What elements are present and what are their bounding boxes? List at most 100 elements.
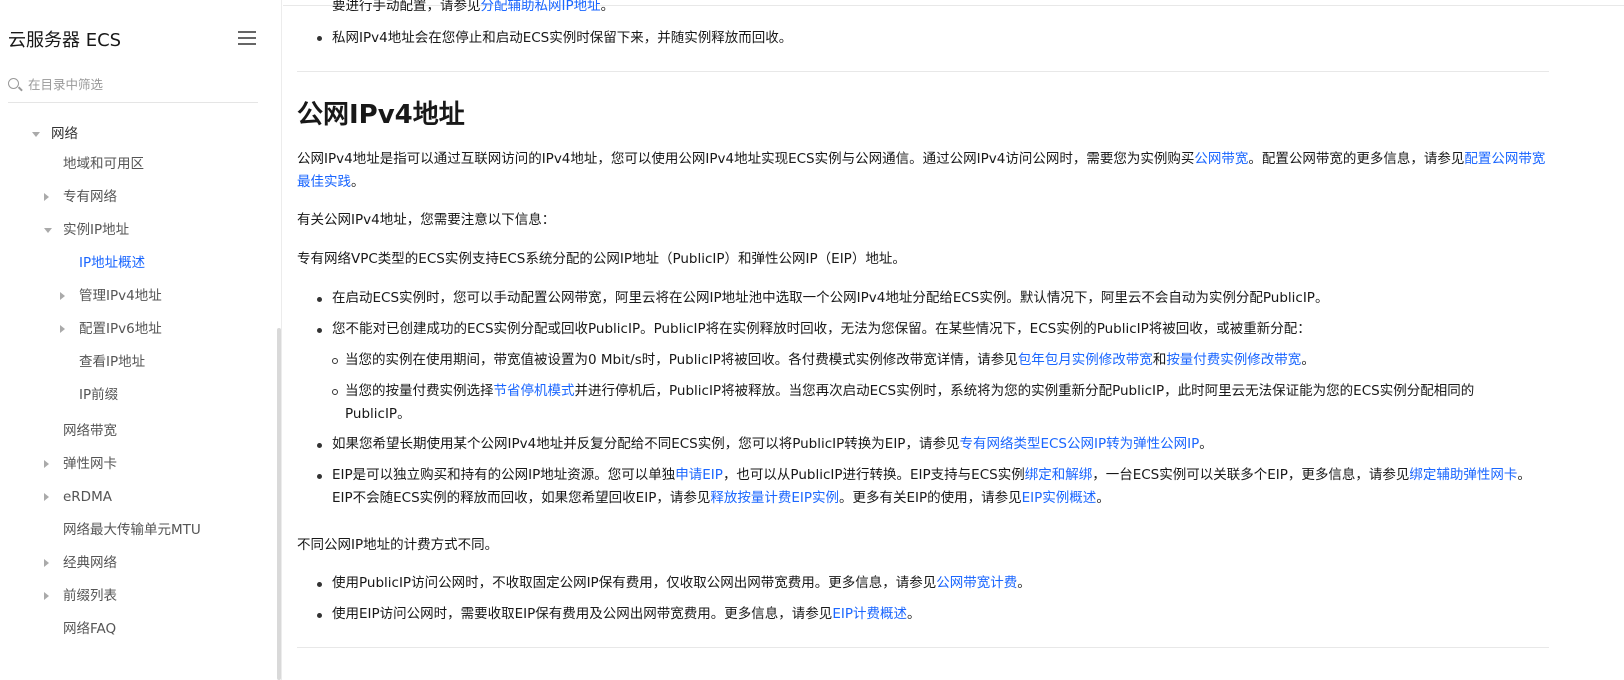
link-apply-eip[interactable]: 申请EIP	[675, 467, 723, 483]
sidebar-item-label: IP地址概述	[79, 255, 146, 271]
vpc-paragraph: 专有网络VPC类型的ECS实例支持ECS系统分配的公网IP地址（PublicIP…	[297, 251, 906, 267]
text: 和	[1152, 352, 1167, 368]
sidebar-item-network-faq[interactable]: 网络FAQ	[63, 614, 116, 644]
text: 当您的实例在使用期间，带宽值被设置为0 Mbit/s时，PublicIP将被回收…	[345, 352, 1018, 368]
bullet	[317, 328, 322, 333]
sidebar-item-label: 管理IPv4地址	[79, 288, 162, 304]
link-release-payg-eip[interactable]: 释放按量计费EIP实例	[710, 490, 839, 506]
caret-right-icon	[44, 460, 49, 468]
sidebar: 云服务器 ECS 网络 地域和可用区 专有网络 实例IP地址 IP地址概述 管理…	[0, 0, 282, 680]
sidebar-item-label: 网络带宽	[63, 423, 117, 439]
billing-intro: 不同公网IP地址的计费方式不同。	[297, 537, 499, 553]
sidebar-item-label: 弹性网卡	[63, 456, 117, 472]
list-item: EIP是可以独立购买和持有的公网IP地址资源。您可以单独申请EIP，也可以从Pu…	[332, 464, 1547, 510]
sidebar-header: 云服务器 ECS	[8, 24, 258, 54]
sidebar-item-mtu[interactable]: 网络最大传输单元MTU	[63, 515, 201, 545]
link-eip-overview[interactable]: EIP实例概述	[1022, 490, 1097, 506]
list-item: 您不能对已创建成功的ECS实例分配或回收PublicIP。PublicIP将在实…	[332, 321, 1311, 337]
bullet	[317, 474, 322, 479]
text: 公网IPv4地址是指可以通过互联网访问的IPv4地址，您可以使用公网IPv4地址…	[297, 151, 1195, 167]
caret-right-icon	[44, 592, 49, 600]
sidebar-item-label: 查看IP地址	[79, 354, 146, 370]
list-item: 使用EIP访问公网时，需要收取EIP保有费用及公网出网带宽费用。更多信息，请参见…	[332, 603, 1547, 626]
link-bind-unbind[interactable]: 绑定和解绑	[1025, 467, 1093, 483]
list-item: 如果您希望长期使用某个公网IPv4地址并反复分配给不同ECS实例，您可以将Pub…	[332, 433, 1547, 456]
caret-right-icon	[44, 493, 49, 501]
link-bind-secondary-eni[interactable]: 绑定辅助弹性网卡	[1409, 467, 1517, 483]
sidebar-search	[8, 72, 258, 103]
intro-paragraph: 公网IPv4地址是指可以通过互联网访问的IPv4地址，您可以使用公网IPv4地址…	[297, 148, 1547, 194]
sidebar-item-ip-prefix[interactable]: IP前缀	[79, 380, 118, 410]
sidebar-item-label: 网络FAQ	[63, 621, 117, 637]
hamburger-menu-icon[interactable]	[238, 30, 256, 46]
text: 。	[1017, 575, 1031, 591]
sidebar-scrollbar[interactable]	[277, 328, 281, 680]
note-intro: 有关公网IPv4地址，您需要注意以下信息：	[297, 212, 556, 228]
bullet	[317, 36, 322, 41]
text: EIP是可以独立购买和持有的公网IP地址资源。您可以单独	[332, 467, 676, 483]
caret-down-icon	[44, 228, 52, 233]
sub-bullet	[332, 358, 338, 364]
section-divider	[297, 71, 1549, 72]
clipped-list-item: 要进行手动配置，请参见分配辅助私网IP地址。	[332, 0, 1547, 18]
sidebar-title: 云服务器 ECS	[8, 30, 122, 51]
text: 。	[1199, 436, 1213, 452]
text: 使用PublicIP访问公网时，不收取固定公网IP保有费用，仅收取公网出网带宽费…	[332, 575, 937, 591]
sub-list-item: 当您的实例在使用期间，带宽值被设置为0 Mbit/s时，PublicIP将被回收…	[345, 349, 1547, 372]
text: 使用EIP访问公网时，需要收取EIP保有费用及公网出网带宽费用。更多信息，请参见	[332, 606, 833, 622]
link-subscription-modify-bandwidth[interactable]: 包年包月实例修改带宽	[1018, 352, 1153, 368]
bullet	[317, 443, 322, 448]
caret-right-icon	[60, 325, 65, 333]
text: 。更多有关EIP的使用，请参见	[839, 490, 1022, 506]
sidebar-item-label: 经典网络	[63, 555, 117, 571]
link-payg-modify-bandwidth[interactable]: 按量付费实例修改带宽	[1166, 352, 1301, 368]
text: 。	[1301, 352, 1315, 368]
caret-down-icon	[32, 132, 40, 137]
text: 。	[351, 174, 365, 190]
sidebar-item-label: 网络	[51, 126, 78, 142]
text: ，也可以从PublicIP进行转换。EIP支持与ECS实例	[722, 467, 1025, 483]
sidebar-search-input[interactable]	[28, 74, 248, 94]
text: 。	[906, 606, 921, 622]
text: 。	[600, 0, 615, 14]
text: 要进行手动配置，请参见	[332, 0, 481, 14]
link-public-bandwidth-billing[interactable]: 公网带宽计费	[936, 575, 1017, 591]
sidebar-item-ip-overview[interactable]: IP地址概述	[79, 248, 145, 278]
sidebar-item-label: eRDMA	[63, 489, 112, 505]
sidebar-item-bandwidth[interactable]: 网络带宽	[63, 416, 117, 446]
sidebar-item-label: 实例IP地址	[63, 222, 130, 238]
search-icon	[8, 78, 19, 89]
text: 。	[1096, 490, 1110, 506]
link-economical-mode[interactable]: 节省停机模式	[494, 383, 575, 399]
caret-right-icon	[44, 559, 49, 567]
sidebar-item-label: 网络最大传输单元MTU	[63, 522, 201, 538]
text: 。配置公网带宽的更多信息，请参见	[1248, 151, 1465, 167]
link-eip-billing-overview[interactable]: EIP计费概述	[832, 606, 907, 622]
text: ，一台ECS实例可以关联多个EIP，更多信息，请参见	[1092, 467, 1410, 483]
list-item: 在启动ECS实例时，您可以手动配置公网带宽，阿里云将在公网IP地址池中选取一个公…	[332, 290, 1329, 306]
sub-bullet	[332, 389, 338, 395]
caret-right-icon	[60, 292, 65, 300]
sidebar-item-label: 配置IPv6地址	[79, 321, 162, 337]
link-convert-public-ip-to-eip[interactable]: 专有网络类型ECS公网IP转为弹性公网IP	[959, 436, 1199, 452]
sidebar-item-view-ip[interactable]: 查看IP地址	[79, 347, 145, 377]
caret-right-icon	[44, 193, 49, 201]
sidebar-item-label: 专有网络	[63, 189, 117, 205]
list-item: 使用PublicIP访问公网时，不收取固定公网IP保有费用，仅收取公网出网带宽费…	[332, 572, 1547, 595]
link-public-bandwidth[interactable]: 公网带宽	[1194, 151, 1248, 167]
bullet	[317, 582, 322, 587]
bullet	[317, 613, 322, 618]
sub-list-item: 当您的按量付费实例选择节省停机模式并进行停机后，PublicIP将被释放。当您再…	[345, 380, 1525, 426]
bullet	[317, 297, 322, 302]
sidebar-item-label: 地域和可用区	[63, 156, 144, 172]
text: 当您的按量付费实例选择	[345, 383, 494, 399]
sidebar-item-label: IP前缀	[79, 387, 119, 403]
list-item: 私网IPv4地址会在您停止和启动ECS实例时保留下来，并随实例释放而回收。	[332, 30, 793, 46]
section-heading: 公网IPv4地址	[297, 100, 465, 130]
link-assign-secondary-private-ip[interactable]: 分配辅助私网IP地址	[481, 0, 601, 14]
sidebar-item-label: 前缀列表	[63, 588, 117, 604]
sidebar-item-regions[interactable]: 地域和可用区	[63, 149, 144, 179]
sidebar-border	[281, 0, 282, 680]
text: 如果您希望长期使用某个公网IPv4地址并反复分配给不同ECS实例，您可以将Pub…	[332, 436, 960, 452]
section-divider	[297, 647, 1549, 648]
